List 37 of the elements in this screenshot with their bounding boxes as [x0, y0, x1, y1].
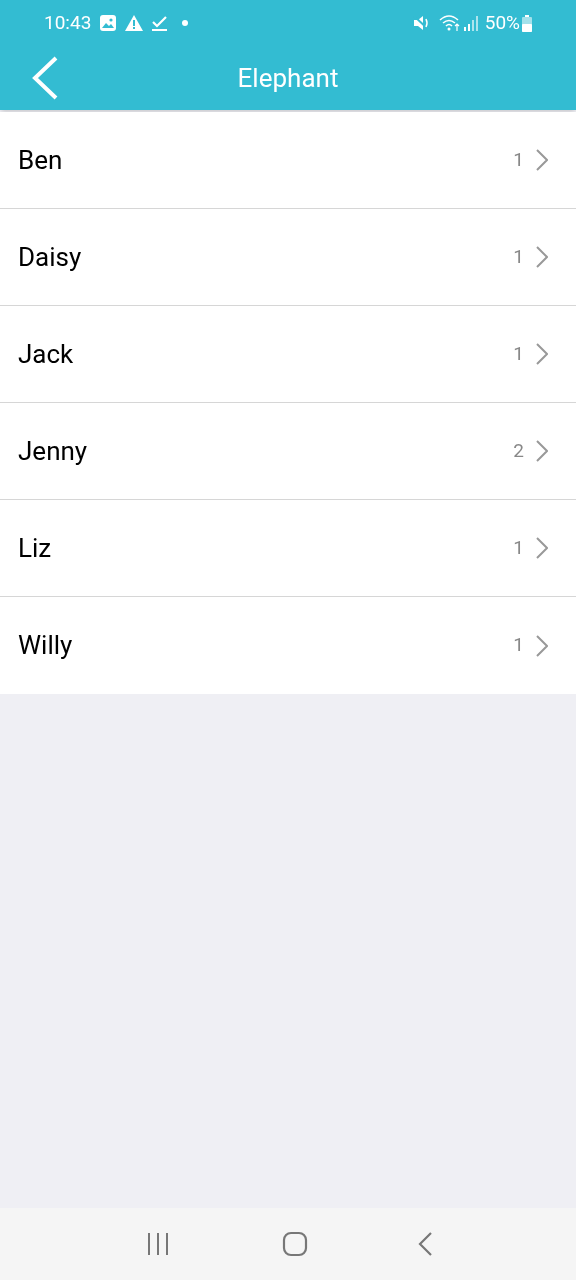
item-name: Willy — [18, 629, 74, 662]
chevron-right-icon — [536, 440, 548, 462]
status-time: 10:43 — [44, 9, 92, 36]
item-count: 1 — [513, 632, 524, 659]
image-icon — [99, 14, 118, 32]
item-name: Jack — [18, 337, 75, 371]
list-item[interactable]: Willy 1 — [0, 597, 576, 694]
item-count: 1 — [513, 534, 524, 561]
chevron-right-icon — [536, 246, 548, 268]
chevron-right-icon — [536, 343, 548, 365]
check-icon — [151, 15, 169, 31]
dot-icon — [182, 20, 189, 26]
item-count: 1 — [513, 340, 524, 367]
chevron-right-icon — [536, 537, 548, 559]
signal-icon — [462, 15, 479, 31]
list-item[interactable]: Liz 1 — [0, 500, 576, 597]
back-nav-button[interactable] — [416, 1231, 433, 1257]
item-name: Liz — [18, 531, 53, 565]
item-name: Jenny — [18, 434, 89, 468]
home-button[interactable] — [280, 1229, 310, 1259]
wifi-icon — [438, 14, 461, 32]
mute-icon — [412, 15, 431, 31]
battery-icon — [522, 14, 532, 32]
item-count: 1 — [513, 243, 524, 270]
list-item[interactable]: Jack 1 — [0, 306, 576, 403]
chevron-right-icon — [536, 149, 548, 171]
item-count: 1 — [513, 146, 524, 173]
warning-icon — [125, 15, 144, 31]
list-item[interactable]: Ben 1 — [0, 112, 576, 209]
battery-percentage: 50% — [484, 9, 520, 36]
item-name: Ben — [18, 143, 64, 177]
page-title: Elephant — [237, 62, 339, 93]
item-count: 2 — [513, 437, 524, 464]
list-item[interactable]: Jenny 2 — [0, 403, 576, 500]
list-item[interactable]: Daisy 1 — [0, 209, 576, 306]
item-name: Daisy — [18, 240, 83, 274]
chevron-right-icon — [536, 634, 548, 657]
